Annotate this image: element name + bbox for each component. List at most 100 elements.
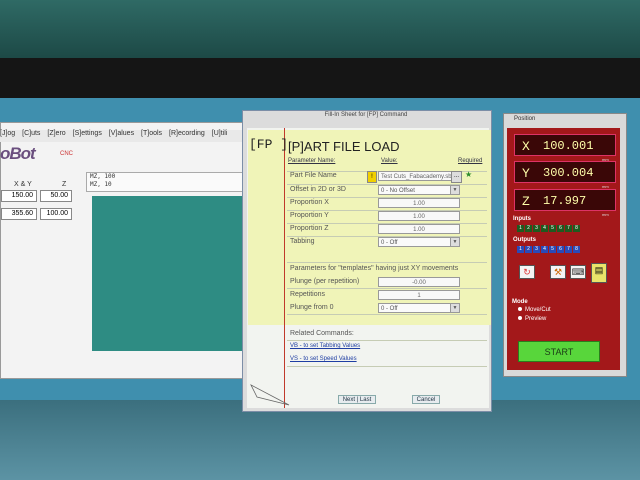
- command-code: [FP ]: [249, 137, 289, 152]
- z-field-1[interactable]: 50.00: [40, 190, 72, 202]
- proportion-x-input[interactable]: 1.00: [378, 198, 460, 208]
- param-label: Proportion Z: [290, 225, 329, 232]
- input-indicator: 3: [533, 225, 540, 232]
- z-readout: Z 17.997: [514, 189, 616, 211]
- x-axis-label: X: [522, 139, 530, 154]
- output-toggle[interactable]: 4: [541, 246, 548, 253]
- col-header-value: Value:: [381, 158, 398, 164]
- shopbot-menu-bar: [J]og [C]uts [Z]ero [S]ettings [V]alues …: [0, 130, 250, 142]
- command-log: MZ, 100 MZ, 10: [86, 172, 246, 192]
- output-toggle[interactable]: 6: [557, 246, 564, 253]
- input-indicator: 7: [565, 225, 572, 232]
- z-header: Z: [62, 181, 67, 188]
- cancel-button[interactable]: Cancel: [412, 395, 440, 404]
- chevron-down-icon: ▼: [450, 186, 459, 194]
- output-toggle[interactable]: 7: [565, 246, 572, 253]
- menu-utilities[interactable]: [U]tili: [212, 130, 228, 137]
- param-label: Proportion Y: [290, 212, 329, 219]
- input-indicator: 8: [573, 225, 580, 232]
- param-label: Plunge (per repetition): [290, 278, 360, 285]
- dialog-heading: [P]ART FILE LOAD: [288, 139, 400, 154]
- preview-area: [92, 196, 246, 351]
- input-indicator: 6: [557, 225, 564, 232]
- menu-recording[interactable]: [R]ecording: [169, 130, 205, 137]
- repetitions-input[interactable]: 1: [378, 290, 460, 300]
- param-label: Plunge from 0: [290, 304, 334, 311]
- radio-dot-icon: [518, 316, 522, 320]
- wall-background: [0, 0, 640, 60]
- plunge-from-zero-select[interactable]: 0 - Off ▼: [378, 303, 460, 313]
- info-icon[interactable]: !: [367, 171, 377, 183]
- keypad-icon[interactable]: ⌨: [570, 265, 586, 279]
- outputs-label: Outputs: [513, 237, 536, 243]
- sheet-rule: [287, 366, 487, 367]
- proportion-y-input[interactable]: 1.00: [378, 211, 460, 221]
- input-indicator: 4: [541, 225, 548, 232]
- dialog-title: Fill-In Sheet for [FP] Command: [324, 112, 408, 118]
- output-toggle[interactable]: 5: [549, 246, 556, 253]
- chevron-down-icon: ▼: [450, 304, 459, 312]
- mode-move-cut-radio[interactable]: Move/Cut: [518, 307, 551, 313]
- y-axis-label: Y: [522, 166, 530, 181]
- output-toggle[interactable]: 8: [573, 246, 580, 253]
- inputs-row: 1 2 3 4 5 6 7 8: [517, 225, 580, 234]
- col-header-name: Parameter Name:: [288, 158, 336, 164]
- outputs-row: 1 2 3 4 5 6 7 8: [517, 246, 580, 255]
- settings-icon[interactable]: ▤: [591, 263, 607, 283]
- shopbot-logo-sub: CNC: [60, 151, 73, 157]
- plunge-input[interactable]: -0.00: [378, 277, 460, 287]
- menu-zero[interactable]: [Z]ero: [47, 130, 65, 137]
- menu-jog[interactable]: [J]og: [0, 130, 15, 137]
- section-heading: Parameters for "templates" having just X…: [290, 265, 459, 272]
- y-readout: Y 300.004: [514, 161, 616, 183]
- inputs-label: Inputs: [513, 216, 531, 222]
- output-toggle[interactable]: 2: [525, 246, 532, 253]
- sheet-rule: [287, 262, 487, 263]
- desk-surface: [0, 400, 640, 480]
- x-axis-value: 100.001: [543, 139, 594, 153]
- link-vs-speed[interactable]: VS - to set Speed Values: [290, 356, 357, 362]
- menu-cuts[interactable]: [C]uts: [22, 130, 40, 137]
- start-button[interactable]: START: [518, 341, 600, 362]
- log-line: MZ, 10: [90, 181, 112, 188]
- menu-tools[interactable]: [T]ools: [141, 130, 162, 137]
- required-star-icon: ★: [465, 170, 473, 179]
- mode-preview-radio[interactable]: Preview: [518, 316, 546, 322]
- offset-select[interactable]: 0 - No Offset ▼: [378, 185, 460, 195]
- input-indicator: 1: [517, 225, 524, 232]
- menu-settings[interactable]: [S]ettings: [73, 130, 102, 137]
- menu-values[interactable]: [V]alues: [109, 130, 134, 137]
- mode-label: Mode: [512, 299, 528, 305]
- chevron-down-icon: ▼: [450, 238, 459, 246]
- x-field-2[interactable]: 355.60: [1, 208, 37, 220]
- output-toggle[interactable]: 3: [533, 246, 540, 253]
- proportion-z-input[interactable]: 1.00: [378, 224, 460, 234]
- param-label: Offset in 2D or 3D: [290, 186, 346, 193]
- z-axis-value: 17.997: [543, 194, 587, 208]
- log-line: MZ, 100: [90, 173, 116, 180]
- part-file-input[interactable]: Test Cuts_Fabacademy.sb: [378, 171, 460, 181]
- link-vb-tabbing[interactable]: VB - to set Tabbing Values: [290, 343, 360, 349]
- x-field-1[interactable]: 150.00: [1, 190, 37, 202]
- tool-icon[interactable]: ⚒: [550, 265, 566, 279]
- input-indicator: 2: [525, 225, 532, 232]
- sheet-corner-curl: [250, 384, 290, 406]
- z-axis-label: Z: [522, 194, 530, 209]
- tabbing-select[interactable]: 0 - Off ▼: [378, 237, 460, 247]
- sheet-rule: [287, 340, 487, 341]
- param-label: Part File Name: [290, 172, 337, 179]
- x-readout: X 100.001: [514, 134, 616, 156]
- browse-button[interactable]: ...: [451, 171, 462, 183]
- next-last-button[interactable]: Next | Last: [338, 395, 376, 404]
- param-label: Tabbing: [290, 238, 315, 245]
- position-title: Position: [514, 116, 536, 122]
- spindle-icon[interactable]: ↻: [519, 265, 535, 279]
- param-label: Repetitions: [290, 291, 326, 298]
- unit-label: mm: [602, 212, 609, 217]
- monitor-bezel: [0, 58, 640, 100]
- z-field-2[interactable]: 100.00: [40, 208, 72, 220]
- output-toggle[interactable]: 1: [517, 246, 524, 253]
- input-indicator: 5: [549, 225, 556, 232]
- sheet-rule: [287, 288, 487, 289]
- col-header-required: Required: [458, 158, 483, 164]
